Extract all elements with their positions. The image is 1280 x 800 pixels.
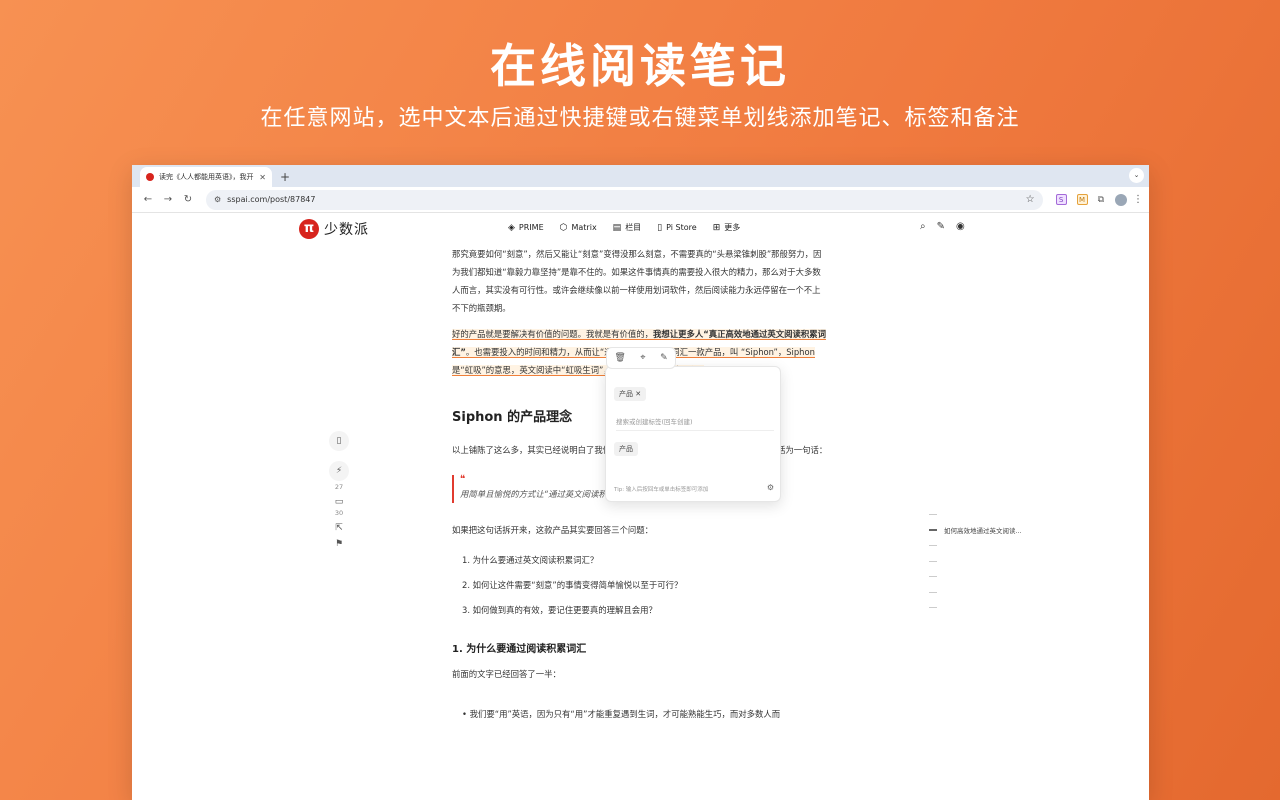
tag-popup: 🗑 ⌖ ✎ 产品 ✕ 搜索或创建标签(回车创建) 产品 Tip: 输入后按回车或… xyxy=(605,347,781,502)
browser-tab[interactable]: 读完《人人都能用英语》，我开 ✕ xyxy=(140,167,272,187)
toc-item-active[interactable]: 如何高效地通过英文阅读... xyxy=(929,523,1022,539)
delete-icon[interactable]: 🗑 xyxy=(614,353,625,363)
comment-count: 30 xyxy=(334,509,344,517)
list-item: • 我们要“用”英语，因为只有“用”才能重复遇到生词，才可能熟能生巧，而对多数人… xyxy=(462,709,781,719)
address-bar[interactable]: ⚙ sspai.com/post/87847 ☆ xyxy=(206,189,1043,210)
user-icon[interactable]: ◉ xyxy=(956,221,965,232)
url-text[interactable]: sspai.com/post/87847 xyxy=(227,195,1025,204)
toc-dash xyxy=(929,560,937,562)
forward-icon[interactable]: → xyxy=(158,194,178,205)
tab-title: 读完《人人都能用英语》，我开 xyxy=(159,173,254,181)
like-count: 27 xyxy=(334,483,344,491)
highlight-toolbar: 🗑 ⌖ ✎ xyxy=(606,347,676,369)
site-name: 少数派 xyxy=(324,222,369,238)
browser-window: 读完《人人都能用英语》，我开 ✕ + ⌄ ← → ↻ ⚙ sspai.com/p… xyxy=(132,165,1149,800)
extension-m-icon[interactable]: M xyxy=(1076,194,1088,205)
site-info-icon[interactable]: ⚙ xyxy=(214,195,221,204)
bullet-list: • 我们要“用”英语，因为只有“用”才能重复遇到生词，才可能熟能生巧，而对多数人… xyxy=(452,705,828,723)
toc-dash xyxy=(929,545,937,547)
settings-gear-icon[interactable]: ⚙ xyxy=(767,483,774,492)
browser-menu-icon[interactable]: ⋮ xyxy=(1133,194,1143,205)
new-tab-button[interactable]: + xyxy=(280,167,290,187)
toc-dash xyxy=(929,514,937,516)
list-item: 3. 如何做到真的有效，要记住更要真的理解且会用？ xyxy=(462,605,657,615)
profile-avatar[interactable] xyxy=(1115,193,1127,206)
toc-item[interactable] xyxy=(929,554,1022,570)
share-icon[interactable]: ⇱ xyxy=(328,523,350,533)
nav-more[interactable]: ⊞ 更多 xyxy=(713,222,741,233)
nav-pi-store[interactable]: ▯ Pi Store xyxy=(657,222,697,233)
bookmark-icon[interactable]: ⚑ xyxy=(328,539,350,549)
nav-label: Matrix xyxy=(571,223,597,232)
toc-item[interactable] xyxy=(929,538,1022,554)
site-logo[interactable]: π 少数派 xyxy=(299,219,369,239)
reload-icon[interactable]: ↻ xyxy=(178,194,198,205)
highlight-span[interactable]: 。也需要 xyxy=(465,347,500,358)
site-nav: ◈ PRIME ⬡ Matrix ▤ 栏目 ▯ Pi Store ⊞ 更多 xyxy=(508,222,756,233)
toc-item[interactable] xyxy=(929,600,1022,616)
bookmark-star-icon[interactable]: ☆ xyxy=(1026,194,1035,205)
highlight-span[interactable]: 好的产品就是要解决有价值的问题。我 xyxy=(452,329,595,340)
toc-item[interactable] xyxy=(929,585,1022,601)
nav-matrix[interactable]: ⬡ Matrix xyxy=(560,222,597,233)
nav-label: Pi Store xyxy=(666,223,697,232)
article-action-rail: ▯ ⚡ 27 ▭ 30 ⇱ ⚑ xyxy=(328,431,350,549)
toc-label: 如何高效地通过英文阅读... xyxy=(944,527,1022,536)
header-actions: ⌕ ✎ ◉ xyxy=(920,221,976,232)
tab-bar: 读完《人人都能用英语》，我开 ✕ + ⌄ xyxy=(132,165,1149,187)
close-tab-icon[interactable]: ✕ xyxy=(259,173,266,182)
nav-columns[interactable]: ▤ 栏目 xyxy=(613,222,642,233)
tag-tip: Tip: 输入后按回车或单击标签即可添加 xyxy=(614,487,709,493)
nav-prime[interactable]: ◈ PRIME xyxy=(508,222,544,233)
mobile-icon[interactable]: ▯ xyxy=(329,431,349,451)
charge-icon[interactable]: ⚡ xyxy=(329,461,349,481)
browser-toolbar: ← → ↻ ⚙ sspai.com/post/87847 ☆ S M ⧉ ⋮ xyxy=(132,187,1149,213)
write-icon[interactable]: ✎ xyxy=(937,221,945,232)
selected-tag-chip[interactable]: 产品 ✕ xyxy=(614,387,647,401)
columns-icon: ▤ xyxy=(612,222,622,233)
tab-search-icon[interactable]: ⌄ xyxy=(1129,168,1144,183)
grid-icon: ⊞ xyxy=(712,222,721,233)
extensions-puzzle-icon[interactable]: ⧉ xyxy=(1098,195,1104,205)
toc-dash xyxy=(929,607,937,609)
paragraph: 那究竟要如何“刻意”，然后又能让“刻意”变得没那么刻意，不需要真的“头悬梁锥刺股… xyxy=(452,249,822,313)
hero-subtitle: 在任意网站，选中文本后通过快捷键或右键菜单划线添加笔记、标签和备注 xyxy=(260,106,1020,131)
sspai-logo-icon: π xyxy=(299,219,319,239)
toc-dash xyxy=(929,529,937,532)
toc-item[interactable] xyxy=(929,507,1022,523)
toc-dash xyxy=(929,591,937,593)
matrix-icon: ⬡ xyxy=(559,222,568,233)
hero-title: 在线阅读笔记 xyxy=(490,39,790,93)
toc-dash xyxy=(929,576,937,578)
comment-icon[interactable]: ▭ xyxy=(328,497,350,507)
tag-search-input[interactable]: 搜索或创建标签(回车创建) xyxy=(616,413,774,431)
nav-label: PRIME xyxy=(518,223,544,232)
extension-s-icon[interactable]: S xyxy=(1055,194,1067,205)
prime-icon: ◈ xyxy=(508,222,515,233)
nav-label: 更多 xyxy=(724,223,741,232)
nav-label: 栏目 xyxy=(625,223,642,232)
list-item: 2. 如何让这件需要“刻意”的事情变得简单愉悦以至于可行？ xyxy=(462,580,683,590)
site-header: π 少数派 ◈ PRIME ⬡ Matrix ▤ 栏目 ▯ Pi Store ⊞ 更多 ⌕… xyxy=(132,213,1149,245)
search-icon[interactable]: ⌕ xyxy=(920,221,926,232)
web-page: π 少数派 ◈ PRIME ⬡ Matrix ▤ 栏目 ▯ Pi Store ⊞ 更多 ⌕… xyxy=(132,213,1149,800)
list-item: 1. 为什么要通过英文阅读积累词汇？ xyxy=(462,555,599,565)
table-of-contents: 如何高效地通过英文阅读... xyxy=(929,507,1022,616)
suggested-tag-chip[interactable]: 产品 xyxy=(614,442,638,456)
store-icon: ▯ xyxy=(657,222,663,233)
toc-item[interactable] xyxy=(929,569,1022,585)
paragraph: 前面的文字已经回答了一半： xyxy=(452,669,561,679)
favicon-icon xyxy=(146,173,154,181)
back-icon[interactable]: ← xyxy=(138,194,158,205)
paragraph: 如果把这句话拆开来，这款产品其实要回答三个问题： xyxy=(452,525,653,535)
tag-icon[interactable]: ⌖ xyxy=(640,353,645,363)
edit-note-icon[interactable]: ✎ xyxy=(660,353,668,363)
highlight-span[interactable]: 就是有价值的， xyxy=(594,329,653,340)
subsection-heading: 1. 为什么要通过阅读积累词汇 xyxy=(452,644,587,655)
ordered-list: 1. 为什么要通过英文阅读积累词汇？ 2. 如何让这件需要“刻意”的事情变得简单… xyxy=(452,551,828,619)
